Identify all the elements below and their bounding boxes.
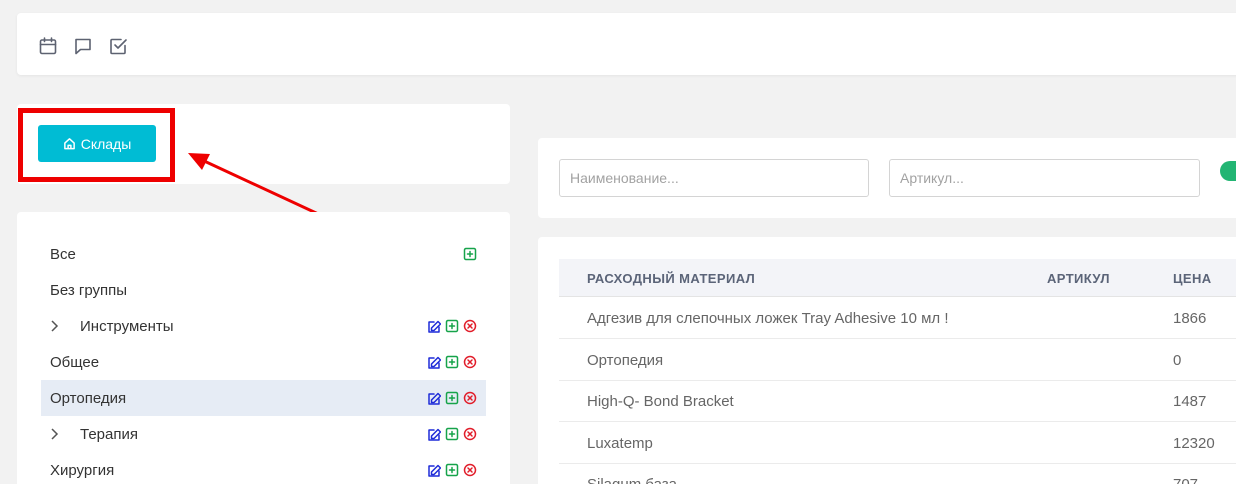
name-search-input[interactable] xyxy=(559,159,869,197)
tree-item[interactable]: Хирургия xyxy=(41,452,486,484)
cell-price: 1487 xyxy=(1173,393,1207,410)
toggle-switch[interactable] xyxy=(1220,161,1236,181)
tree-item-label: Терапия xyxy=(80,425,138,443)
article-search-input[interactable] xyxy=(889,159,1200,197)
tree-item-label: Общее xyxy=(50,353,100,371)
tree-item-actions xyxy=(427,391,477,405)
table-row[interactable]: Ортопедия 0 xyxy=(559,340,1236,381)
table-row[interactable]: Адгезив для слепочных ложек Tray Adhesiv… xyxy=(559,298,1236,339)
table-row[interactable]: Luxatemp 12320 xyxy=(559,423,1236,464)
chat-icon[interactable] xyxy=(73,36,93,56)
tree-item[interactable]: Терапия xyxy=(41,416,486,452)
chevron-right-icon[interactable] xyxy=(49,428,59,440)
cell-price: 1866 xyxy=(1173,310,1207,327)
add-icon[interactable] xyxy=(445,427,459,441)
add-icon[interactable] xyxy=(445,355,459,369)
chevron-right-icon[interactable] xyxy=(49,320,59,332)
tree-item-actions xyxy=(463,247,477,261)
calendar-icon[interactable] xyxy=(38,36,58,56)
tree-item-actions xyxy=(427,355,477,369)
delete-icon[interactable] xyxy=(463,427,477,441)
edit-icon[interactable] xyxy=(427,463,441,477)
tree-item[interactable]: Инструменты xyxy=(41,308,486,344)
tree-item-label: Без группы xyxy=(50,281,128,299)
table-header: РАСХОДНЫЙ МАТЕРИАЛ АРТИКУЛ ЦЕНА xyxy=(559,259,1236,297)
add-icon[interactable] xyxy=(445,319,459,333)
tree-item-label: Хирургия xyxy=(50,461,115,479)
edit-icon[interactable] xyxy=(427,319,441,333)
delete-icon[interactable] xyxy=(463,463,477,477)
edit-icon[interactable] xyxy=(427,427,441,441)
edit-icon[interactable] xyxy=(427,355,441,369)
column-header-price[interactable]: ЦЕНА xyxy=(1173,271,1212,286)
cell-material: High-Q- Bond Bracket xyxy=(587,393,734,410)
column-header-material[interactable]: РАСХОДНЫЙ МАТЕРИАЛ xyxy=(587,271,755,286)
cell-material: Silagum база xyxy=(587,476,677,484)
add-icon[interactable] xyxy=(445,463,459,477)
tree-item-label: Все xyxy=(50,245,76,263)
tree-item-label: Инструменты xyxy=(80,317,174,335)
column-header-article[interactable]: АРТИКУЛ xyxy=(1047,271,1110,286)
table-row[interactable]: High-Q- Bond Bracket 1487 xyxy=(559,381,1236,422)
edit-icon[interactable] xyxy=(427,391,441,405)
delete-icon[interactable] xyxy=(463,391,477,405)
tree-item[interactable]: Без группы xyxy=(41,272,486,308)
cell-price: 12320 xyxy=(1173,434,1215,452)
cell-material: Адгезив для слепочных ложек Tray Adhesiv… xyxy=(587,310,949,327)
cell-material: Luxatemp xyxy=(587,434,653,452)
cell-material: Ортопедия xyxy=(587,351,664,369)
tree-item-label: Ортопедия xyxy=(50,389,127,407)
tree-item[interactable]: Все xyxy=(41,236,486,272)
tree-item-actions xyxy=(427,319,477,333)
delete-icon[interactable] xyxy=(463,319,477,333)
tree-item-actions xyxy=(427,463,477,477)
top-toolbar xyxy=(17,13,1236,75)
add-icon[interactable] xyxy=(445,391,459,405)
delete-icon[interactable] xyxy=(463,355,477,369)
cell-price: 0 xyxy=(1173,351,1182,369)
tree-item[interactable]: Ортопедия xyxy=(41,380,486,416)
cell-price: 707 xyxy=(1173,476,1198,484)
table-row[interactable]: Silagum база 707 xyxy=(559,464,1236,484)
tree-item-actions xyxy=(427,427,477,441)
highlight-box xyxy=(18,108,175,182)
checkbox-icon[interactable] xyxy=(108,36,128,56)
add-icon[interactable] xyxy=(463,247,477,261)
tree-item[interactable]: Общее xyxy=(41,344,486,380)
